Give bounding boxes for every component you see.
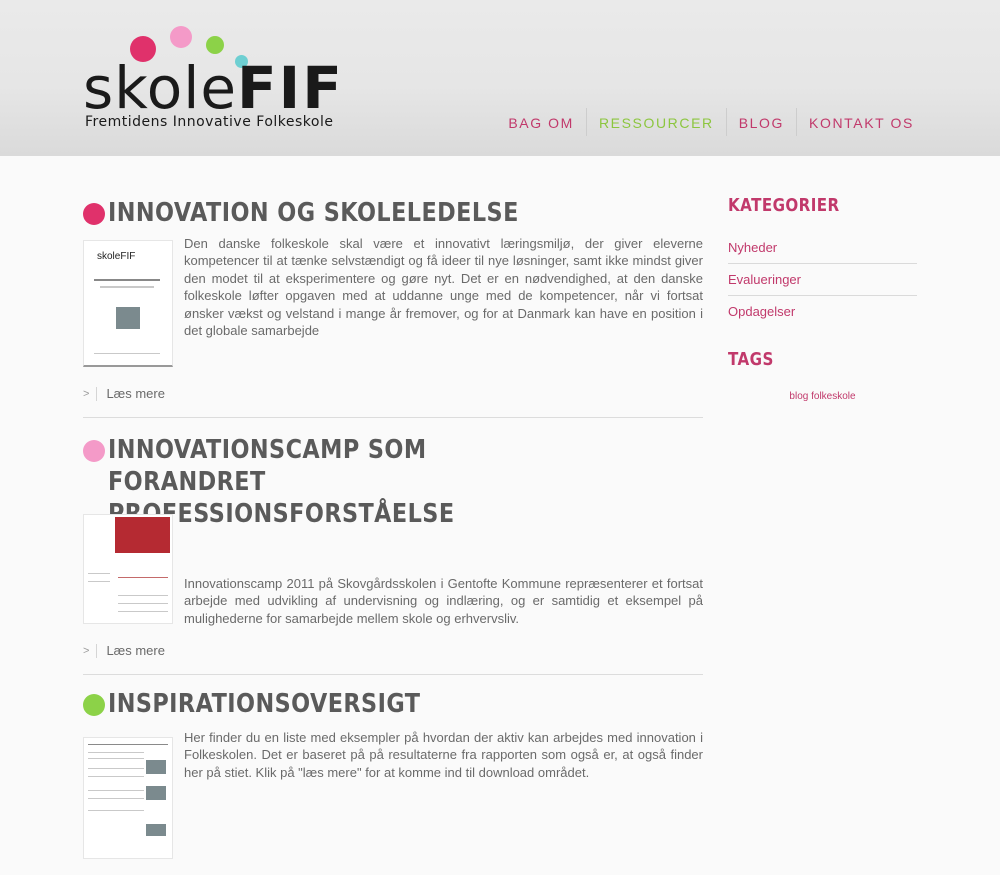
main-nav: BAG OM RESSOURCER BLOG KONTAKT OS	[496, 108, 926, 136]
chevron-right-icon: >	[83, 386, 98, 401]
post-title[interactable]: INSPIRATIONSOVERSIGT	[83, 688, 616, 720]
site-logo[interactable]: skoleFIF Fremtidens Innovative Folkeskol…	[83, 22, 373, 134]
post: INNOVATION OG SKOLELEDELSE skoleFIF Den …	[83, 188, 703, 418]
post-excerpt: Her finder du en liste med eksempler på …	[184, 730, 703, 780]
logo-dot	[170, 26, 192, 48]
read-more-label: Læs mere	[106, 643, 165, 658]
tags-heading: TAGS	[728, 349, 774, 370]
post-title[interactable]: INNOVATION OG SKOLELEDELSE	[83, 197, 616, 229]
category-item-evalueringer[interactable]: Evalueringer	[728, 264, 917, 296]
post-excerpt: Innovationscamp 2011 på Skovgårdsskolen …	[184, 576, 703, 626]
tag-cloud[interactable]: blog folkeskole	[728, 391, 917, 402]
post-excerpt: Den danske folkeskole skal være et innov…	[184, 236, 703, 339]
category-item-nyheder[interactable]: Nyheder	[728, 232, 917, 264]
category-list: Nyheder Evalueringer Opdagelser	[728, 232, 917, 327]
read-more-link[interactable]: > Læs mere	[83, 386, 165, 401]
nav-item-bag-om[interactable]: BAG OM	[496, 108, 586, 136]
sidebar: KATEGORIER Nyheder Evalueringer Opdagels…	[728, 195, 917, 402]
categories-heading: KATEGORIER	[728, 195, 840, 216]
post: INSPIRATIONSOVERSIGT Her finder du en li…	[83, 675, 703, 875]
category-item-opdagelser[interactable]: Opdagelser	[728, 296, 917, 327]
read-more-label: Læs mere	[106, 386, 165, 401]
logo-wordmark: skoleFIF	[83, 54, 344, 122]
post-list: INNOVATION OG SKOLELEDELSE skoleFIF Den …	[83, 188, 703, 875]
logo-tagline: Fremtidens Innovative Folkeskole	[85, 114, 334, 130]
chevron-right-icon: >	[83, 643, 98, 658]
post: INNOVATIONSCAMP SOM FORANDRET PROFESSION…	[83, 418, 703, 675]
nav-item-ressourcer[interactable]: RESSOURCER	[585, 108, 726, 136]
logo-dot	[206, 36, 224, 54]
read-more-link[interactable]: > Læs mere	[83, 643, 165, 658]
nav-item-kontakt-os[interactable]: KONTAKT OS	[796, 108, 926, 136]
site-header: skoleFIF Fremtidens Innovative Folkeskol…	[0, 0, 1000, 156]
nav-item-blog[interactable]: BLOG	[725, 108, 796, 136]
